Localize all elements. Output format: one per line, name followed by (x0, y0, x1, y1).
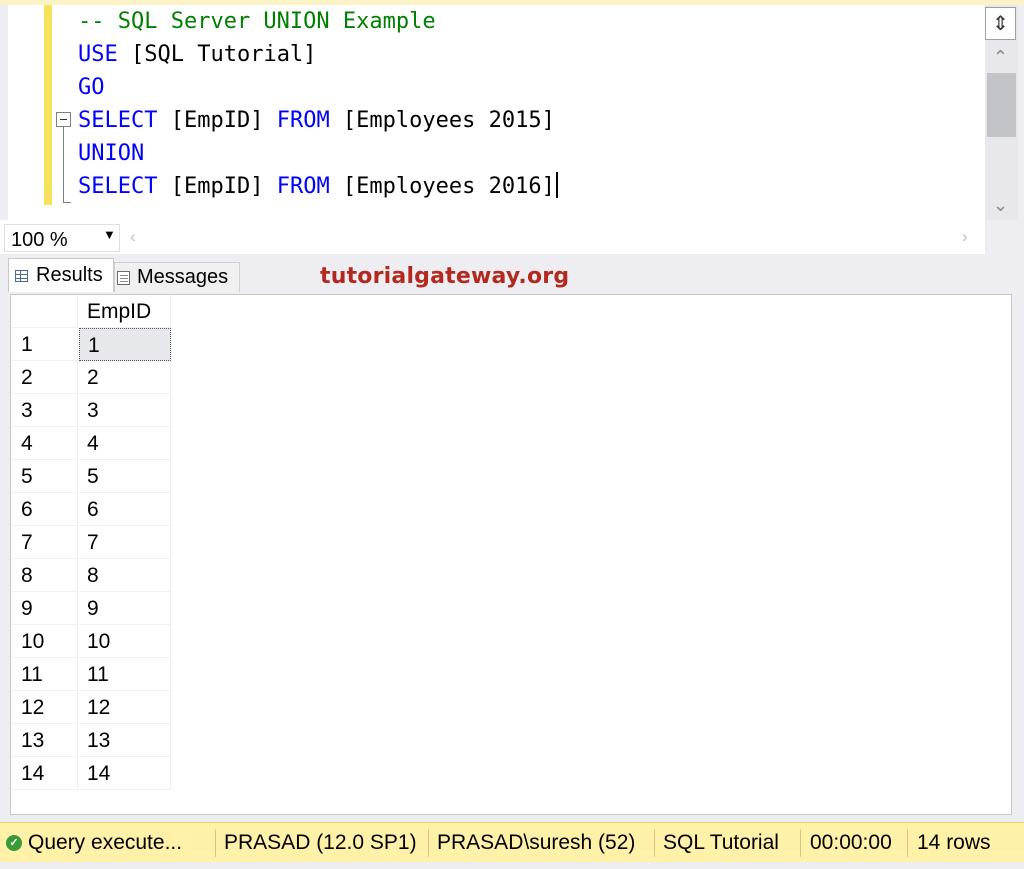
scrollbar-corner (985, 220, 1018, 254)
empid-cell[interactable]: 14 (79, 757, 171, 790)
empid-cell[interactable]: 7 (79, 526, 171, 559)
status-divider (654, 829, 655, 857)
sql-editor[interactable]: -- SQL Server UNION Example USE [SQL Tuto… (8, 5, 985, 220)
empid-cell[interactable]: 11 (79, 658, 171, 691)
sql-text: [EmpID] (157, 108, 277, 133)
row-number[interactable]: 3 (11, 394, 78, 427)
code-line[interactable]: SELECT [EmpID] FROM [Employees 2016] (78, 170, 558, 203)
scroll-left-icon[interactable]: ‹ (130, 227, 136, 247)
editor-vertical-scrollbar[interactable]: ⇕ ⌃ ⌄ (985, 5, 1018, 220)
empid-cell[interactable]: 6 (79, 493, 171, 526)
sql-keyword: SELECT (78, 108, 158, 133)
code-line[interactable]: SELECT [EmpID] FROM [Employees 2015] (78, 104, 558, 137)
sql-keyword: FROM (276, 174, 330, 199)
status-database: SQL Tutorial (663, 831, 779, 854)
empid-cell[interactable]: 3 (79, 394, 171, 427)
grid-icon (15, 269, 28, 282)
sql-keyword: UNION (78, 141, 145, 166)
row-number[interactable]: 2 (11, 361, 78, 394)
tab-results-label: Results (36, 264, 103, 286)
empid-cell[interactable]: 1 (79, 328, 171, 361)
scroll-down-icon[interactable]: ⌄ (985, 195, 1016, 217)
scroll-thumb[interactable] (987, 73, 1016, 137)
empid-cell[interactable]: 10 (79, 625, 171, 658)
sql-text: [EmpID] (157, 174, 277, 199)
tab-results[interactable]: Results (8, 258, 114, 292)
sql-keyword: FROM (276, 108, 330, 133)
empid-cell[interactable]: 5 (79, 460, 171, 493)
status-server: PRASAD (12.0 SP1) (224, 831, 417, 854)
fold-guide-end (63, 202, 71, 203)
messages-icon (117, 270, 130, 285)
empid-cell[interactable]: 2 (79, 361, 171, 394)
empid-cell[interactable]: 13 (79, 724, 171, 757)
tab-messages-label: Messages (137, 266, 229, 288)
row-number[interactable]: 5 (11, 460, 78, 493)
row-number[interactable]: 7 (11, 526, 78, 559)
sql-keyword: SELECT (78, 174, 158, 199)
scroll-up-icon[interactable]: ⌃ (985, 47, 1016, 69)
code-line[interactable]: -- SQL Server UNION Example (78, 5, 558, 38)
column-header-empid[interactable]: EmpID (79, 295, 171, 328)
results-grid[interactable]: EmpID 1 1 2 2 3 3 4 4 5 5 6 6 7 7 8 8 9 9 10 10 11 11 12 12 13 13… (10, 294, 1012, 815)
status-bar: ✓ Query execute... PRASAD (12.0 SP1) PRA… (0, 822, 1024, 862)
row-number[interactable]: 14 (11, 757, 78, 790)
tab-messages[interactable]: Messages (114, 262, 240, 292)
status-message: Query execute... (28, 831, 183, 854)
sql-text: [Employees 2015] (329, 108, 555, 133)
dropdown-arrow-icon[interactable]: ▼ (103, 227, 116, 242)
query-window: -- SQL Server UNION Example USE [SQL Tuto… (0, 0, 1024, 869)
zoom-value: 100 % (11, 229, 68, 251)
status-user: PRASAD\suresh (52) (437, 831, 636, 854)
code-text[interactable]: -- SQL Server UNION Example USE [SQL Tuto… (78, 5, 558, 203)
split-window-button[interactable]: ⇕ (985, 7, 1016, 40)
changed-lines-marker (44, 5, 52, 205)
editor-gutter (8, 5, 38, 220)
code-line[interactable]: USE [SQL Tutorial] (78, 38, 558, 71)
watermark: tutorialgateway.org (320, 264, 570, 289)
text-caret (555, 172, 558, 198)
status-row-count: 14 rows (917, 831, 991, 854)
empid-cell[interactable]: 9 (79, 592, 171, 625)
window-bottom-strip (0, 862, 1024, 869)
empid-cell[interactable]: 8 (79, 559, 171, 592)
row-number[interactable]: 13 (11, 724, 78, 757)
sql-keyword: USE (78, 42, 118, 67)
zoom-dropdown[interactable]: 100 % ▼ (4, 224, 120, 252)
row-number[interactable]: 12 (11, 691, 78, 724)
row-number[interactable]: 1 (11, 328, 78, 361)
empid-cell[interactable]: 12 (79, 691, 171, 724)
sql-text: [SQL Tutorial] (117, 42, 317, 67)
row-number[interactable]: 8 (11, 559, 78, 592)
status-divider (428, 829, 429, 857)
collapse-region-icon[interactable] (56, 112, 71, 127)
fold-guide-line (63, 127, 64, 203)
row-number[interactable]: 10 (11, 625, 78, 658)
row-number[interactable]: 11 (11, 658, 78, 691)
row-number[interactable]: 6 (11, 493, 78, 526)
status-divider (800, 829, 801, 857)
row-number[interactable]: 9 (11, 592, 78, 625)
code-line[interactable]: GO (78, 71, 558, 104)
empid-cell[interactable]: 4 (79, 427, 171, 460)
result-tabs: Results Messages tutorialgateway.org (0, 254, 1024, 294)
status-elapsed-time: 00:00:00 (810, 831, 892, 854)
status-divider (215, 829, 216, 857)
editor-zoom-bar: 100 % ▼ ‹ › (0, 220, 985, 254)
row-number[interactable]: 4 (11, 427, 78, 460)
status-divider (907, 829, 908, 857)
sql-keyword: GO (78, 75, 105, 100)
row-header-corner[interactable] (11, 295, 78, 328)
check-icon: ✓ (6, 835, 22, 851)
sql-comment: -- SQL Server UNION Example (78, 9, 436, 34)
scroll-right-icon[interactable]: › (962, 227, 968, 247)
sql-text: [Employees 2016] (329, 174, 555, 199)
code-line[interactable]: UNION (78, 137, 558, 170)
